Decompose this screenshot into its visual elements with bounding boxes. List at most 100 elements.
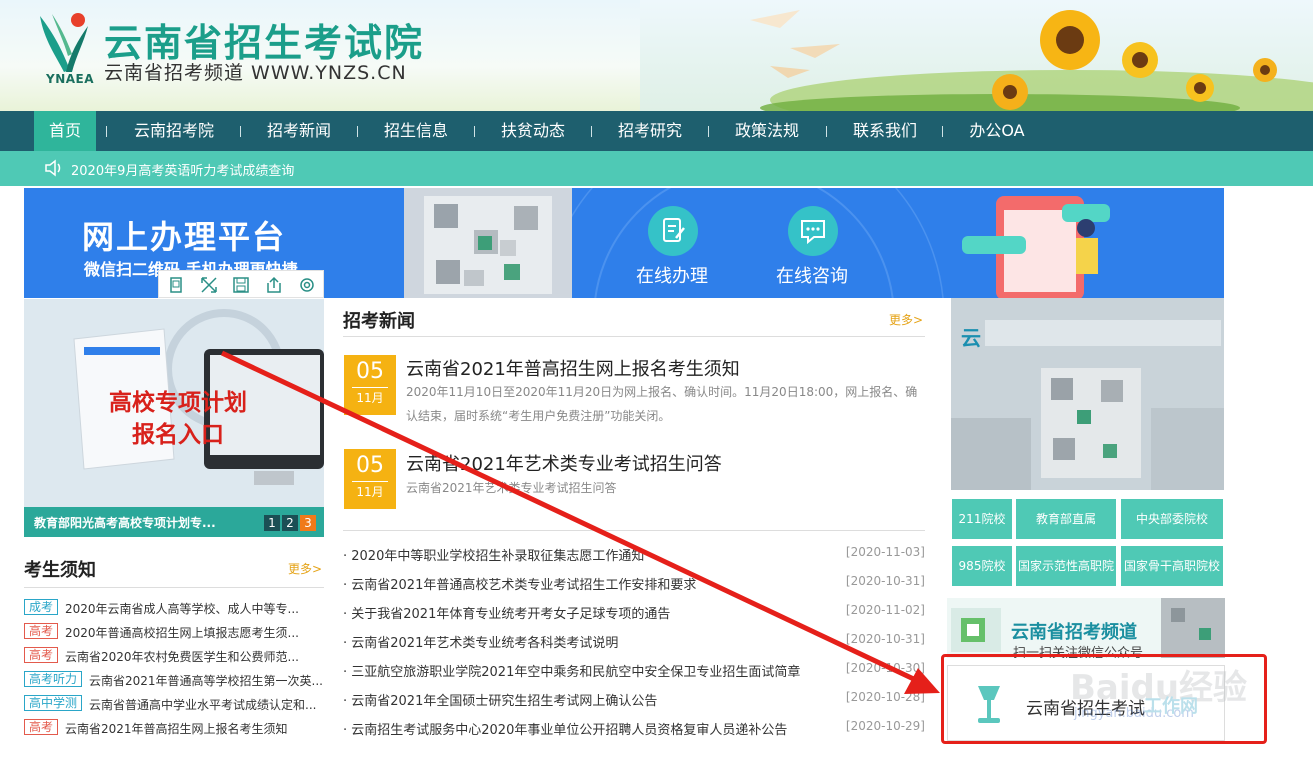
news-row-title[interactable]: · 云南省2021年全国硕士研究生招生考试网上确认公告 [343,690,657,709]
special-plan-line1: 高校专项计划 [109,390,247,416]
news-row[interactable]: · 云南招生考试服务中心2020年事业单位公开招聘人员资格复审人员递补公告 [2… [343,719,925,741]
nav-item-ynzky[interactable]: 云南招考院 [124,111,224,151]
online-consult-label: 在线咨询 [776,266,848,287]
logo-en-text: YNAEA [46,72,95,86]
category-backbone-vocational-button[interactable]: 国家骨干高职院校 [1121,546,1223,586]
news-row-date: [2020-10-29] [845,719,925,733]
news-header: 招考新闻 更多> [343,303,925,337]
settings-icon[interactable] [297,275,317,295]
save-icon[interactable] [231,275,251,295]
category-moe-button[interactable]: 教育部直属 [1016,499,1116,539]
category-tag: 高考 [24,719,59,735]
nav-separator [826,126,827,137]
list-item[interactable]: 高考 云南省2020年农村免费医学生和公费师范... [24,647,324,667]
nav-item-contact[interactable]: 联系我们 [842,111,928,151]
list-item-text[interactable]: 2020年云南省成人高等学校、成人中等专... [65,600,299,617]
news-row[interactable]: · 关于我省2021年体育专业统考开考女子足球专项的通告 [2020-11-02… [343,603,925,625]
list-item-text[interactable]: 云南省普通高中学业水平考试成绩认定和... [89,696,316,713]
featured-news-title[interactable]: 云南省2021年普高招生网上报名考生须知 [406,355,740,381]
right-qr-panel[interactable]: 云 [951,298,1224,490]
category-demo-vocational-button[interactable]: 国家示范性高职院 [1016,546,1116,586]
candidate-notice-more-link[interactable]: 更多> [288,560,322,577]
speaker-icon [45,159,61,177]
category-985-button[interactable]: 985院校 [952,546,1012,586]
right-qr-label: 云 [961,326,981,350]
special-plan-text: 高校专项计划 报名入口 [108,387,248,451]
list-item-text[interactable]: 云南省2021年普通高等学校招生第一次英... [89,672,323,689]
nav-item-admission[interactable]: 招生信息 [373,111,459,151]
nav-item-policy[interactable]: 政策法规 [724,111,810,151]
news-row[interactable]: · 2020年中等职业学校招生补录取征集志愿工作通知 [2020-11-03] [343,545,925,567]
nav-item-oa[interactable]: 办公OA [958,111,1036,151]
date-month: 11月 [352,387,388,406]
category-tag: 高考 [24,623,59,639]
wechat-channel-box[interactable]: 云南省招考频道 扫一扫关注微信公众号 [947,598,1225,658]
slider-page-3[interactable]: 3 [300,515,316,531]
main-nav: 首页 云南招考院 招考新闻 招生信息 扶贫动态 招考研究 政策法规 联系我们 办… [0,111,1313,151]
site-subtitle: 云南省招考频道 WWW.YNZS.CN [104,62,407,84]
list-item[interactable]: 高考听力 云南省2021年普通高等学校招生第一次英... [24,671,324,691]
slider-page-2[interactable]: 2 [282,515,298,531]
news-row-title[interactable]: · 三亚航空旅游职业学院2021年空中乘务和民航空中安全保卫专业招生面试简章 [343,661,800,680]
nav-separator [357,126,358,137]
candidate-notice-header: 考生须知 更多> [24,552,324,588]
news-row[interactable]: · 云南省2021年普通高校艺术类专业考试招生工作安排和要求 [2020-10-… [343,574,925,596]
date-badge: 05 11月 [344,449,396,509]
online-handle-button[interactable]: 在线办理 [622,206,722,287]
qr-code-icon [1161,598,1225,658]
slider-page-1[interactable]: 1 [264,515,280,531]
banner-title: 网上办理平台 [82,218,287,256]
news-more-link[interactable]: 更多> [889,311,923,328]
list-item-text[interactable]: 2020年普通高校招生网上填报志愿考生须... [65,624,299,641]
wechat-channel-icon [951,608,1001,652]
news-row-date: [2020-11-02] [845,603,925,617]
news-row-date: [2020-10-30] [845,661,925,675]
nav-separator [106,126,107,137]
list-item[interactable]: 高考 2020年普通高校招生网上填报志愿考生须... [24,623,324,643]
copy-icon[interactable] [166,275,186,295]
share-icon[interactable] [264,275,284,295]
category-tag: 高考听力 [24,671,83,687]
category-central-button[interactable]: 中央部委院校 [1121,499,1223,539]
nav-separator [942,126,943,137]
featured-news-title[interactable]: 云南省2021年艺术类专业考试招生问答 [406,450,722,476]
news-row-date: [2020-10-28] [845,690,925,704]
sunflower-scene-image [640,0,1313,111]
list-item-text[interactable]: 云南省2021年普高招生网上报名考生须知 [65,720,288,737]
notice-link[interactable]: 2020年9月高考英语听力考试成绩查询 [71,160,294,179]
news-row[interactable]: · 三亚航空旅游职业学院2021年空中乘务和民航空中安全保卫专业招生面试简章 [… [343,661,925,683]
list-item[interactable]: 成考 2020年云南省成人高等学校、成人中等专... [24,599,324,619]
news-row-title[interactable]: · 云南省2021年艺术类专业统考各科类考试说明 [343,632,618,651]
list-item-text[interactable]: 云南省2020年农村免费医学生和公费师范... [65,648,299,665]
date-badge: 05 11月 [344,355,396,415]
news-row-title[interactable]: · 2020年中等职业学校招生补录取征集志愿工作通知 [343,545,644,564]
nav-separator [240,126,241,137]
news-row[interactable]: · 云南省2021年全国硕士研究生招生考试网上确认公告 [2020-10-28] [343,690,925,712]
news-title: 招考新闻 [343,311,415,332]
nav-item-home[interactable]: 首页 [34,111,96,151]
category-tag: 高中学测 [24,695,83,711]
annotation-highlight-box [941,654,1267,744]
news-row-title[interactable]: · 关于我省2021年体育专业统考开考女子足球专项的通告 [343,603,670,622]
category-211-button[interactable]: 211院校 [952,499,1012,539]
special-plan-line2: 报名入口 [132,422,224,448]
nav-separator [591,126,592,137]
expand-icon[interactable] [199,275,219,295]
nav-item-research[interactable]: 招考研究 [607,111,693,151]
special-plan-slider[interactable]: 高校专项计划 报名入口 教育部阳光高考高校专项计划专... 1 2 3 [24,299,324,537]
site-header: YNAEA 云南省招生考试院 云南省招考频道 WWW.YNZS.CN [0,0,1313,111]
list-item[interactable]: 高考 云南省2021年普高招生网上报名考生须知 [24,719,324,739]
ynaea-logo-icon[interactable] [34,6,94,78]
list-item[interactable]: 高中学测 云南省普通高中学业水平考试成绩认定和... [24,695,324,715]
news-row[interactable]: · 云南省2021年艺术类专业统考各科类考试说明 [2020-10-31] [343,632,925,654]
news-row-title[interactable]: · 云南招生考试服务中心2020年事业单位公开招聘人员资格复审人员递补公告 [343,719,787,738]
news-row-date: [2020-11-03] [845,545,925,559]
slider-caption[interactable]: 教育部阳光高考高校专项计划专... [34,514,216,531]
news-row-title[interactable]: · 云南省2021年普通高校艺术类专业考试招生工作安排和要求 [343,574,696,593]
nav-item-poverty[interactable]: 扶贫动态 [490,111,576,151]
online-consult-button[interactable]: 在线咨询 [762,206,862,287]
nav-item-news[interactable]: 招考新闻 [256,111,342,151]
date-day: 05 [356,359,384,384]
category-tag: 高考 [24,647,59,663]
nav-separator [708,126,709,137]
